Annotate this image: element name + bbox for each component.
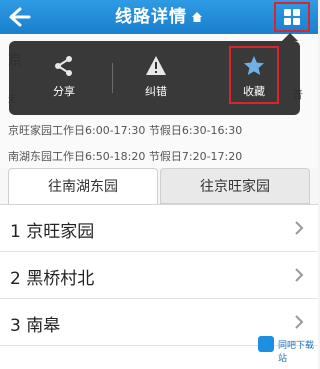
more-menu-button[interactable] [274,2,310,32]
stop-label: 1 京旺家园 [10,222,95,242]
popup-menu: 分享 纠错 收藏 [9,41,300,115]
share-icon [55,56,72,76]
watermark-badge: 同吧下载站 [258,334,314,364]
direction-tabs: 往南湖东园 往京旺家园 [8,168,310,204]
share-label: 分享 [53,85,75,98]
report-error-button[interactable]: 纠错 [111,41,201,115]
top-app-bar: 线路详情 [0,0,318,34]
tab-to-jingwang-jiayuan[interactable]: 往京旺家园 [160,168,310,204]
schedule-row: 京旺家园工作日6:00-17:30 节假日6:30-16:30 [8,124,243,137]
favorite-highlight [229,46,279,104]
list-item[interactable]: 1 京旺家园 [0,205,318,252]
page-title: 线路详情 [0,0,318,34]
home-icon[interactable] [191,11,203,23]
chevron-right-icon [295,315,304,329]
watermark-text: 同吧下载站 [278,341,315,364]
chevron-right-icon [295,221,304,235]
list-item[interactable]: 2 黑桥村北 [0,252,318,299]
report-error-label: 纠错 [145,85,167,98]
watermark-logo-icon [258,336,274,352]
tab-to-nanhu-dongyuan[interactable]: 往南湖东园 [8,168,158,204]
warning-icon [146,56,166,75]
grid-icon [284,9,300,25]
stop-label: 3 南皋 [10,316,61,336]
stop-label: 2 黑桥村北 [10,269,95,289]
popup-caret [282,33,298,41]
page-title-text: 线路详情 [115,7,187,27]
schedule-row: 南湖东园工作日6:50-18:20 节假日7:20-17:20 [8,150,243,163]
chevron-right-icon [295,268,304,282]
share-button[interactable]: 分享 [19,41,109,115]
